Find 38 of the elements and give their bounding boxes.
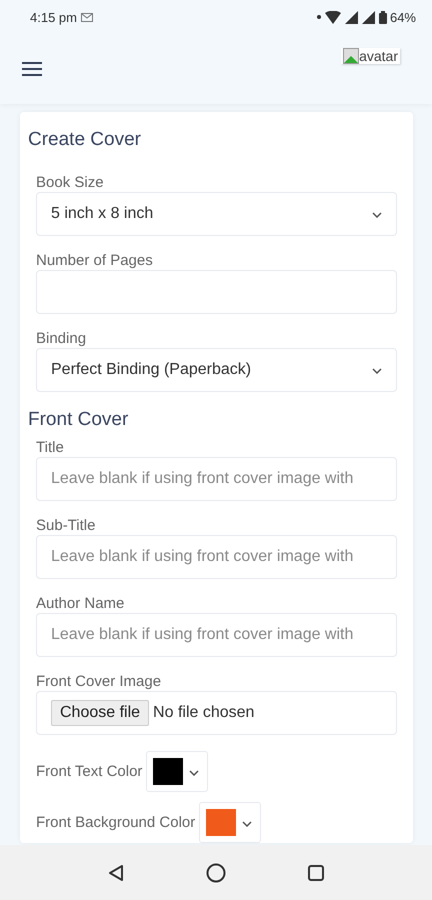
avatar-image[interactable]: avatar: [341, 48, 400, 64]
field-label: Front Background Color: [36, 814, 196, 832]
select-field[interactable]: Perfect Binding (Paperback): [36, 348, 397, 392]
file-status: No file chosen: [153, 704, 256, 722]
field-label: Sub-Title: [36, 517, 96, 535]
wifi-icon: [324, 10, 341, 24]
color-picker[interactable]: [146, 751, 208, 792]
field-label: Front Cover Image: [36, 673, 162, 691]
chevron-icon: [372, 212, 382, 218]
choose-file-button[interactable]: Choose file: [51, 700, 150, 726]
chevron-icon: [372, 368, 382, 374]
dot-icon: [316, 15, 321, 19]
file-field[interactable]: Choose file No file chosen: [36, 691, 397, 735]
color-picker[interactable]: [199, 802, 262, 843]
input-field[interactable]: Leave blank if using front cover image with: [36, 535, 397, 579]
signal-icon: [362, 10, 375, 24]
signal-icon: [344, 10, 358, 24]
section-heading: Front Cover: [28, 408, 130, 432]
field-label: Binding: [36, 330, 86, 348]
input-field[interactable]: Leave blank if using front cover image with: [36, 457, 397, 501]
menu-icon[interactable]: [22, 61, 42, 77]
status-time: 4:15 pm: [30, 10, 77, 24]
card-title: Create Cover: [28, 128, 142, 152]
back-icon[interactable]: [108, 864, 124, 882]
field-label: Number of Pages: [36, 252, 153, 270]
chevron-icon: [189, 770, 200, 776]
battery-icon: [378, 10, 387, 24]
recents-icon[interactable]: [308, 864, 324, 880]
battery-level: 64%: [390, 10, 416, 24]
input-field[interactable]: Leave blank if using front cover image with: [36, 613, 397, 657]
message-icon: [80, 12, 93, 22]
chevron-icon: [242, 820, 252, 826]
field-label: Title: [36, 439, 64, 457]
field-label: Front Text Color: [36, 762, 142, 780]
field-label: Author Name: [36, 595, 124, 613]
field-label: Book Size: [36, 174, 104, 192]
select-field[interactable]: 5 inch x 8 inch: [36, 192, 397, 236]
home-icon[interactable]: [206, 862, 226, 882]
